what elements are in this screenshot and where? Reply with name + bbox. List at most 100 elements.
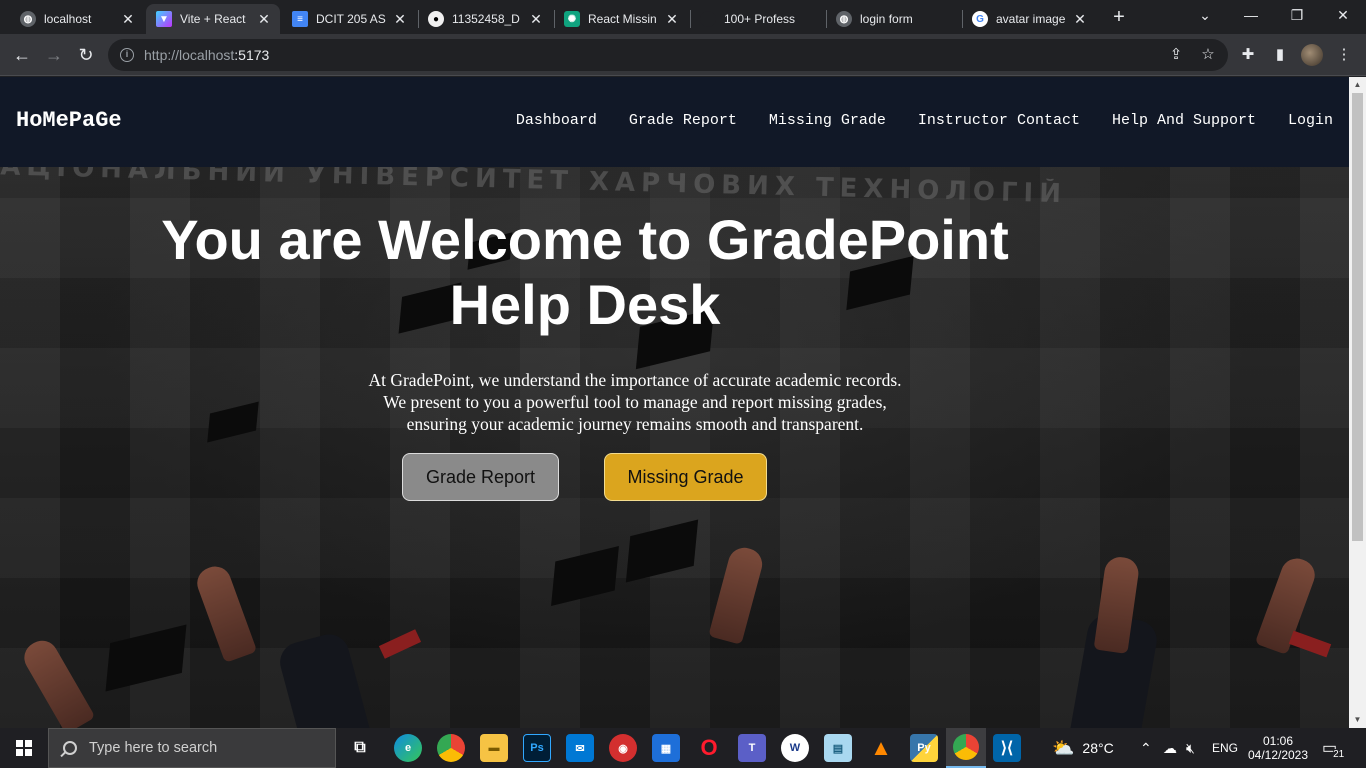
chrome-icon[interactable]: [437, 734, 465, 762]
opera-icon[interactable]: O: [695, 734, 723, 762]
extensions-icon[interactable]: ✚: [1237, 44, 1259, 66]
tab-avatar-image[interactable]: G avatar image ✕: [962, 4, 1096, 34]
browser-toolbar: ← → ↻ i http://localhost:5173 ⇪ ☆ ✚ ▮ ⋮: [0, 34, 1366, 76]
brand-logo[interactable]: HoMePaGe: [16, 108, 122, 133]
menu-icon[interactable]: ⋮: [1333, 44, 1355, 66]
tab-title: localhost: [44, 12, 92, 26]
back-button[interactable]: ←: [9, 42, 35, 68]
close-icon[interactable]: ✕: [392, 11, 408, 28]
github-icon: ●: [428, 11, 444, 27]
nav-dashboard[interactable]: Dashboard: [516, 112, 597, 129]
vscode-icon[interactable]: ⟩⟨: [993, 734, 1021, 762]
google-icon: G: [972, 11, 988, 27]
docs-icon: ≡: [292, 11, 308, 27]
chatgpt-icon: ✺: [564, 11, 580, 27]
star-icon[interactable]: ☆: [1198, 45, 1218, 65]
hero-line: ensuring your academic journey remains s…: [406, 414, 864, 434]
nav-missing-grade[interactable]: Missing Grade: [769, 112, 886, 129]
forward-button[interactable]: →: [41, 42, 67, 68]
close-icon[interactable]: ✕: [528, 11, 544, 28]
vlc-icon[interactable]: ▲: [867, 734, 895, 762]
close-icon[interactable]: ✕: [256, 11, 272, 28]
tab-title: DCIT 205 AS: [316, 12, 386, 26]
missing-grade-button[interactable]: Missing Grade: [604, 453, 767, 501]
page-icon: [700, 11, 716, 27]
sleeve-decor: [275, 629, 375, 728]
address-bar[interactable]: i http://localhost:5173 ⇪ ☆: [108, 39, 1228, 71]
grade-report-button[interactable]: Grade Report: [402, 453, 559, 501]
hero-line: At GradePoint, we understand the importa…: [368, 370, 902, 390]
hand-decor: [708, 544, 766, 645]
reload-button[interactable]: ↻: [73, 42, 99, 68]
share-icon[interactable]: ⇪: [1166, 45, 1186, 65]
tab-title: Vite + React: [180, 12, 246, 26]
graduation-cap-decor: [551, 546, 619, 606]
profile-avatar[interactable]: [1301, 44, 1323, 66]
clock-date: 04/12/2023: [1247, 748, 1309, 762]
volume-muted-icon[interactable]: 🔇︎: [1186, 728, 1195, 768]
photoshop-icon[interactable]: Ps: [523, 734, 551, 762]
close-icon[interactable]: ✕: [120, 11, 136, 28]
store-icon[interactable]: ▦: [652, 734, 680, 762]
tab-localhost[interactable]: ◍ localhost ✕: [10, 4, 144, 34]
tab-vite-react[interactable]: ▼ Vite + React ✕: [146, 4, 280, 34]
clock[interactable]: 01:06 04/12/2023: [1246, 728, 1310, 768]
notes-icon[interactable]: ▤: [824, 734, 852, 762]
teams-icon[interactable]: T: [738, 734, 766, 762]
new-tab-button[interactable]: +: [1109, 7, 1129, 27]
tab-react-missing[interactable]: ✺ React Missin ✕: [554, 4, 688, 34]
notification-center[interactable]: ▭ 21: [1322, 728, 1345, 768]
nav-instructor-contact[interactable]: Instructor Contact: [918, 112, 1080, 129]
close-icon[interactable]: ✕: [664, 11, 680, 28]
tab-login-form[interactable]: ◍ login form: [826, 4, 960, 34]
scrollbar-thumb[interactable]: [1352, 93, 1363, 541]
notification-count: 21: [1333, 748, 1345, 760]
python-icon[interactable]: Py: [910, 734, 938, 762]
tab-title: avatar image: [996, 12, 1066, 26]
side-panel-icon[interactable]: ▮: [1269, 44, 1291, 66]
search-icon: [63, 741, 77, 755]
sleeve-cuff-decor: [1288, 630, 1332, 658]
graduation-cap-decor: [625, 519, 699, 583]
task-view-icon[interactable]: ⧉: [346, 734, 374, 762]
onedrive-icon[interactable]: ☁: [1163, 728, 1177, 768]
tab-dcit[interactable]: ≡ DCIT 205 AS ✕: [282, 4, 416, 34]
taskbar-search[interactable]: Type here to search: [48, 728, 336, 768]
file-explorer-icon[interactable]: ▬: [480, 734, 508, 762]
tab-search-icon[interactable]: ⌄: [1182, 0, 1228, 30]
chrome-active-icon[interactable]: [946, 728, 986, 768]
hero-title: You are Welcome to GradePoint Help Desk: [161, 208, 1009, 336]
minimize-button[interactable]: —: [1228, 0, 1274, 30]
nav-login[interactable]: Login: [1288, 112, 1333, 129]
close-icon[interactable]: ✕: [1072, 11, 1088, 28]
tray-overflow-icon[interactable]: ⌃: [1140, 728, 1152, 768]
graduation-cap-decor: [207, 401, 259, 443]
weather-temp: 28°C: [1082, 740, 1114, 756]
nav-grade-report[interactable]: Grade Report: [629, 112, 737, 129]
info-icon[interactable]: i: [120, 48, 134, 62]
language-indicator[interactable]: ENG: [1212, 728, 1238, 768]
nav-help-support[interactable]: Help And Support: [1112, 112, 1256, 129]
weather-widget[interactable]: ⛅ 28°C: [1052, 728, 1114, 768]
hero-line: We present to you a powerful tool to man…: [383, 392, 887, 412]
scroll-down-icon[interactable]: ▼: [1349, 712, 1366, 728]
chrome-icon: [953, 734, 979, 760]
search-placeholder: Type here to search: [89, 740, 218, 756]
restore-button[interactable]: ❐: [1274, 0, 1320, 30]
scroll-up-icon[interactable]: ▲: [1349, 77, 1366, 93]
vite-icon: ▼: [156, 11, 172, 27]
hand-decor: [192, 562, 258, 663]
media-app-icon[interactable]: ◉: [609, 734, 637, 762]
tab-github[interactable]: ● 11352458_D ✕: [418, 4, 552, 34]
mail-icon[interactable]: ✉: [566, 734, 594, 762]
weather-icon: ⛅: [1052, 737, 1075, 758]
tab-professional[interactable]: 100+ Profess: [690, 4, 824, 34]
page-viewport: АЦІОНАЛЬНИЙ УНІВЕРСИТЕТ ХАРЧОВИХ ТЕХНОЛО…: [0, 77, 1349, 728]
edge-icon[interactable]: e: [394, 734, 422, 762]
close-window-button[interactable]: ✕: [1320, 0, 1366, 30]
page-scrollbar[interactable]: ▲ ▼: [1349, 77, 1366, 728]
tab-title: 100+ Profess: [724, 12, 796, 26]
word-mobile-icon[interactable]: W: [781, 734, 809, 762]
graduation-cap-decor: [105, 624, 187, 692]
start-button[interactable]: [0, 728, 48, 768]
